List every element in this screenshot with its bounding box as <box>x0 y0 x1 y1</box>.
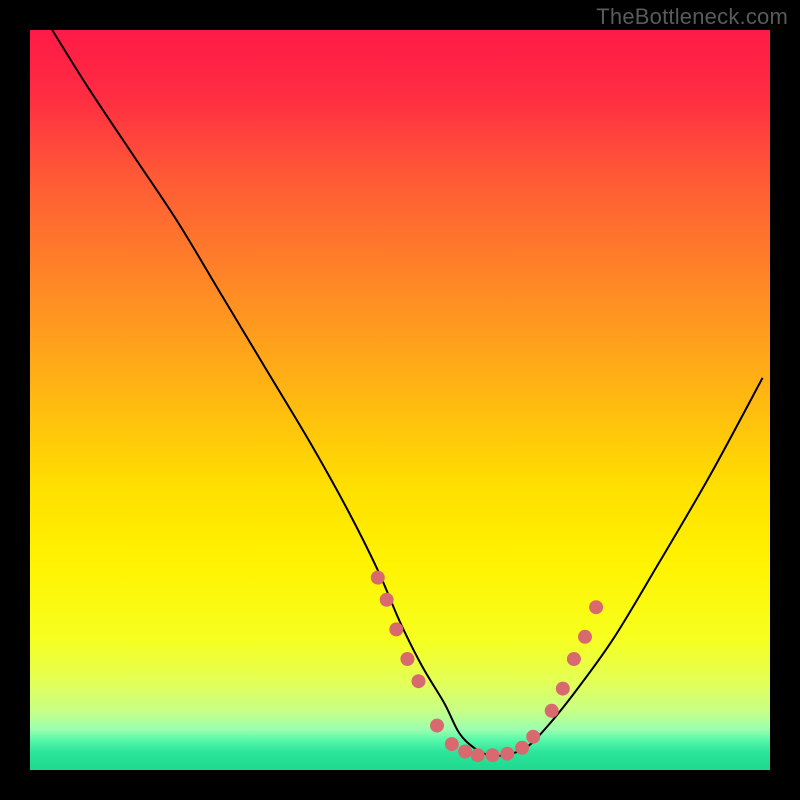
marker-point <box>389 622 403 636</box>
marker-point <box>458 744 472 758</box>
marker-point <box>515 741 529 755</box>
marker-point <box>485 748 499 762</box>
marker-point <box>445 737 459 751</box>
marker-point <box>545 704 559 718</box>
marker-point <box>400 652 414 666</box>
marker-point <box>526 730 540 744</box>
marker-point <box>380 593 394 607</box>
marker-point <box>578 630 592 644</box>
marker-point <box>411 674 425 688</box>
marker-point <box>556 682 570 696</box>
marker-point <box>589 600 603 614</box>
marker-point <box>500 747 514 761</box>
curve-line <box>52 30 762 756</box>
marker-point <box>430 719 444 733</box>
chart-svg <box>30 30 770 770</box>
marker-group <box>371 571 603 763</box>
marker-point <box>371 571 385 585</box>
marker-point <box>567 652 581 666</box>
plot-area <box>30 30 770 770</box>
marker-point <box>471 748 485 762</box>
watermark-text: TheBottleneck.com <box>596 4 788 30</box>
